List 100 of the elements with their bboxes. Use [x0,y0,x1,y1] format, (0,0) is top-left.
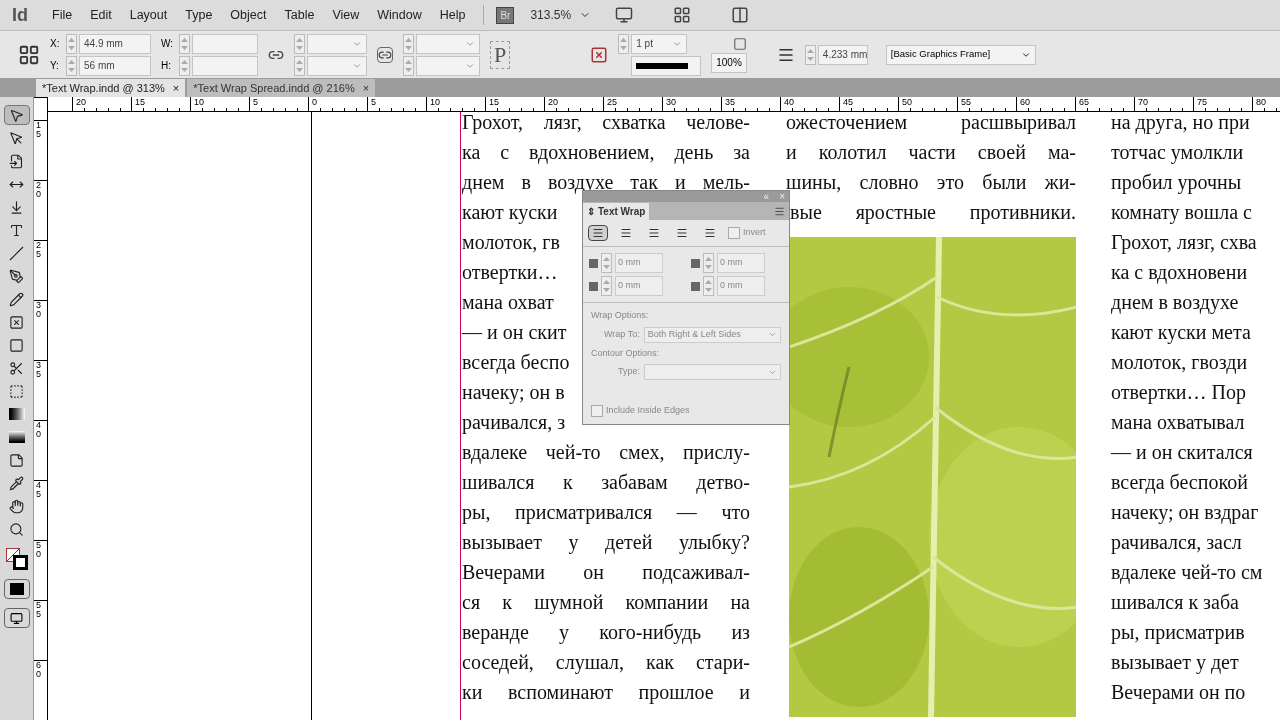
reference-glyph[interactable]: P [490,40,511,69]
text-line: Вечерами он подсаживал- [462,560,750,586]
menu-item[interactable]: Window [377,5,422,25]
text-line: вые яростные противники. [789,200,1076,226]
ruler-label: 25 [36,241,42,259]
text-line: начеку; он вздраг [1111,500,1260,526]
text-line: кают куски [462,200,558,226]
text-line: вызывает у детей улыбку? [462,530,750,556]
ruler-label: 50 [899,97,912,107]
text-line: днем в воздухе так и мель- [462,170,750,196]
text-line: мана охватывал [1111,410,1246,435]
text-line: отвертки… Пор [1111,380,1248,406]
tab-title: *Text Wrap Spread.indd @ 216% [193,80,355,96]
text-line: вдалеке чей-то смех, прислу- [462,440,750,466]
ruler-label: 60 [1017,97,1030,107]
text-line: ки вспоминают прошлое и [462,680,750,706]
text-line: ка с вдохновени [1111,260,1249,286]
menu-item[interactable]: Table [284,5,315,25]
text-line: всегда беспо [462,350,570,376]
text-line: шивался к заба [1111,590,1240,615]
text-line: отвертки… [462,260,558,286]
y-field[interactable]: 56 mm [79,55,151,76]
object-style-field[interactable]: [Basic Graphics Frame] [885,44,1036,65]
ruler-label: 80 [1253,97,1266,107]
stroke-weight-field[interactable]: 1 pt [631,33,688,54]
tab-toggle-icon: ⇕ [587,204,595,219]
text-line: начеку; он в [462,380,565,406]
checkbox-label: Invert [743,226,766,240]
text-line: вызывает у дет [1111,650,1240,676]
close-button[interactable]: × [362,79,370,97]
app-logo: Id [12,3,28,27]
zoom-level[interactable]: 313.5% [530,6,572,24]
text-line: днем в воздухе [1111,290,1240,316]
text-line: соседей, слушал, как стари- [462,650,750,676]
section-heading: Wrap Options: [591,309,650,322]
text-line: и колотил части своей ма- [786,140,1076,165]
ruler-label: 20 [36,181,42,199]
ruler-label: 60 [36,661,42,679]
text-line: шивался к забавам детво- [462,470,750,496]
text-line: молоток, гв [462,230,560,255]
document-tab[interactable]: *Text Wrap Spread.indd @ 216% × [187,79,376,97]
tab-title: *Text Wrap.indd @ 313% [42,80,165,96]
ruler-label: 10 [191,97,204,107]
document-tab[interactable]: *Text Wrap.indd @ 313% × [36,79,186,97]
text-line: рачивался, з [462,410,566,436]
checkbox-label: Include Inside Edges [606,404,690,417]
ruler-label: 55 [958,97,971,107]
menu-item[interactable]: Edit [90,5,112,25]
menu-item[interactable]: View [332,5,360,25]
ruler-label: 45 [36,481,42,499]
text-line: всегда беспокой [1111,470,1249,496]
text-line: ры, присматрив [1111,620,1246,646]
ruler-label: 45 [840,97,853,107]
menu-item[interactable]: Type [185,5,213,25]
ruler-label: 65 [1076,97,1089,107]
field-label: W: [161,37,175,51]
text-line: веранде у кого-нибудь из [462,620,750,646]
menu-item[interactable]: Object [230,5,267,25]
ruler-label: 70 [1135,97,1148,107]
field-label: X: [50,37,61,51]
text-line: вдалеке чей-то см [1111,560,1263,586]
ruler-label: 15 [132,97,145,107]
text-line: тотчас умолкли [1111,140,1245,166]
field-label: Type: [618,365,640,379]
text-line: Грохот, лязг, схва [1111,230,1258,256]
text-line: рачивался, засл [1111,530,1243,556]
ruler-label: 5 [250,97,258,107]
menu-item[interactable]: Layout [129,5,168,25]
field-label: H: [161,59,172,73]
x-field[interactable]: 44.9 mm [79,33,151,54]
ruler-label: 35 [36,361,42,379]
text-line: комнату вошла с [1111,200,1253,226]
fitting-offset-field[interactable]: 4.233 mm [817,44,868,65]
opacity-field[interactable]: 100% [711,52,747,73]
text-line: молоток, гвозди [1111,350,1249,376]
text-line: ка с вдохновением, день за [462,140,750,166]
ruler-label: 0 [309,97,317,107]
text-line: ры, присматривался — что [462,500,750,526]
ruler-label: 25 [604,97,617,107]
ruler-label: 10 [427,97,440,107]
ruler-label: 15 [486,97,499,107]
ruler-label: 5 [368,97,376,107]
text-line: шины, словно это были жи- [786,170,1076,195]
ruler-label: 50 [36,541,42,559]
menu-item[interactable]: File [52,5,73,25]
text-line: — и он скитался [1111,440,1254,465]
text-line: ожесточением расшвыривал [786,112,1076,136]
text-line: пробил урочны [1111,170,1243,196]
text-line: Грохот, лязг, схватка челове- [462,112,750,136]
text-line: кают куски мета [1111,320,1252,346]
panel-tab[interactable]: ⇕ Text Wrap [583,203,650,220]
menu-item[interactable]: Help [439,5,466,25]
ruler-label: 30 [663,97,676,107]
close-button[interactable]: × [172,79,180,97]
ruler-label: 30 [36,301,42,319]
text-line: мана охват [462,290,554,315]
ruler-label: 40 [781,97,794,107]
text-line: Вечерами он по [1111,680,1247,706]
ruler-label: 40 [36,421,42,439]
ruler-label: 15 [36,121,42,139]
